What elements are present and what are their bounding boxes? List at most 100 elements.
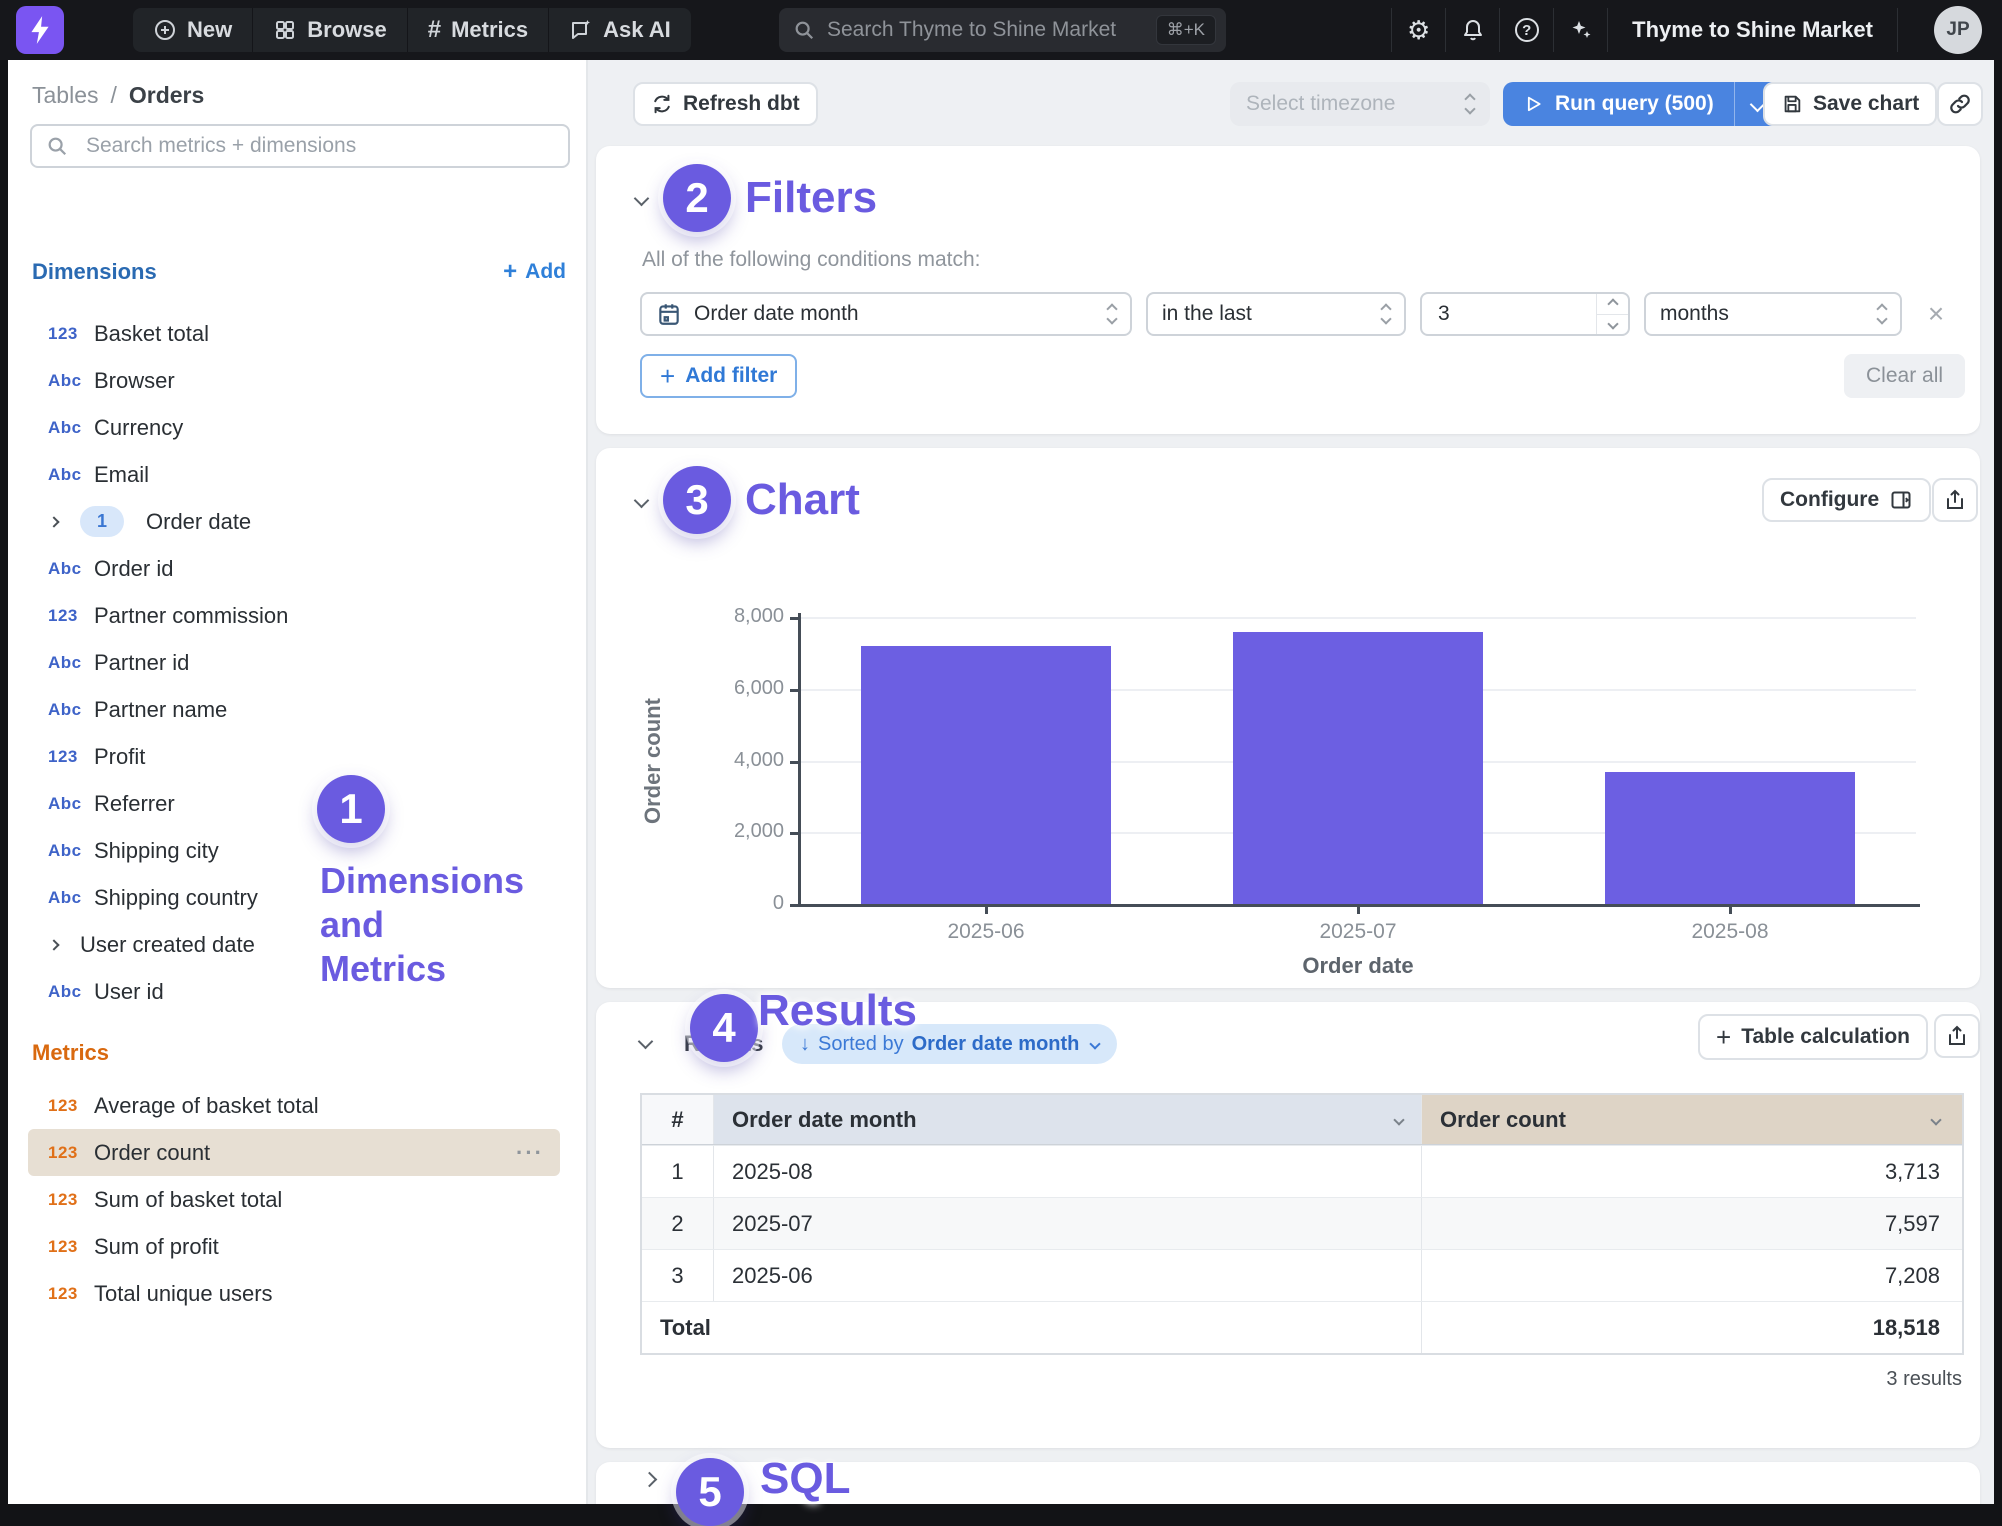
clear-all-filters-button[interactable]: Clear all [1844,354,1965,398]
sidebar-item-partner-name[interactable]: AbcPartner name [28,686,560,733]
y-tick-label: 0 [654,892,784,915]
table-header-row: #Order date monthOrder count [642,1095,1962,1145]
sidebar-item-total-unique-users[interactable]: 123Total unique users [28,1270,560,1317]
bar-2025-08[interactable] [1605,772,1855,905]
sidebar-item-basket-total[interactable]: 123Basket total [28,310,560,357]
sidebar-item-label: User created date [80,932,255,958]
sidebar-item-average-of-basket-total[interactable]: 123Average of basket total [28,1082,560,1129]
save-chart-label: Save chart [1813,92,1919,116]
sidebar-item-label: Order id [94,556,173,582]
chevron-down-icon[interactable] [1930,1114,1941,1125]
keyboard-shortcut-badge: ⌘+K [1156,15,1216,45]
sidebar-item-partner-id[interactable]: AbcPartner id [28,639,560,686]
annotation-step-badge: 3 [663,466,731,534]
column-header--[interactable]: # [642,1095,714,1144]
order-count-cell: 7,597 [1422,1198,1962,1249]
x-tick-label: 2025-06 [876,920,1096,944]
chat-sparkle-icon [569,18,593,42]
search-icon [793,19,815,41]
selector-icon [1466,94,1474,114]
column-header-order-count[interactable]: Order count [1422,1095,1962,1144]
filter-unit-select[interactable]: months [1644,292,1902,336]
sidebar-item-label: Order count [94,1140,210,1166]
number-stepper [1596,294,1628,334]
main-nav: New Browse # Metrics Ask AI [133,8,691,52]
help-button[interactable]: ? [1500,8,1554,52]
item-menu-button[interactable]: ··· [516,1140,560,1166]
nav-item-browse[interactable]: Browse [253,8,407,52]
bar-2025-06[interactable] [861,646,1111,905]
notifications-button[interactable] [1446,8,1500,52]
run-query-main[interactable]: Run query (500) [1503,82,1734,126]
nav-item-metrics[interactable]: # Metrics [408,8,549,52]
ai-sparkles-button[interactable] [1554,8,1608,52]
sidebar-item-profit[interactable]: 123Profit [28,733,560,780]
sidebar-item-email[interactable]: AbcEmail [28,451,560,498]
nav-item-ask-ai[interactable]: Ask AI [549,8,691,52]
run-query-label: Run query (500) [1555,92,1714,116]
sidebar-item-order-date[interactable]: 1Order date [28,498,560,545]
sidebar-item-label: Email [94,462,149,488]
sidebar-item-order-count[interactable]: 123Order count··· [28,1129,560,1176]
total-value-cell: 18,518 [1422,1302,1962,1353]
nav-item-label: New [187,17,232,43]
fields-search [30,124,570,168]
settings-button[interactable]: ⚙ [1392,8,1446,52]
stepper-down-button[interactable] [1597,315,1628,335]
sidebar-item-order-id[interactable]: AbcOrder id [28,545,560,592]
user-avatar[interactable]: JP [1934,6,1982,54]
expand-chevron-icon[interactable] [642,1472,658,1488]
nav-item-label: Browse [307,17,386,43]
sidebar-item-sum-of-profit[interactable]: 123Sum of profit [28,1223,560,1270]
chevron-right-icon[interactable] [48,516,59,527]
remove-filter-button[interactable]: × [1914,292,1958,336]
save-chart-button[interactable]: Save chart [1763,82,1937,126]
global-search[interactable]: ⌘+K [779,8,1226,52]
sidebar-item-sum-of-basket-total[interactable]: 123Sum of basket total [28,1176,560,1223]
y-tick-label: 2,000 [654,820,784,843]
share-link-button[interactable] [1937,82,1983,126]
chevron-right-icon[interactable] [48,939,59,950]
navbar-actions: ⚙ ? Thyme to Shine Market [1391,8,1898,52]
sidebar-item-partner-commission[interactable]: 123Partner commission [28,592,560,639]
timezone-select[interactable]: Select timezone [1230,82,1490,126]
sql-section: 5 SQL [596,1462,1980,1506]
filter-operator-select[interactable]: in the last [1146,292,1406,336]
table-calculation-button[interactable]: + Table calculation [1698,1014,1928,1060]
month-cell: 2025-06 [714,1250,1422,1301]
org-switcher[interactable]: Thyme to Shine Market [1608,8,1897,52]
sidebar-item-label: Profit [94,744,145,770]
collapse-chevron-icon[interactable] [634,492,650,508]
column-header-order-date-month[interactable]: Order date month [714,1095,1422,1144]
org-label: Thyme to Shine Market [1632,17,1873,43]
breadcrumb-parent[interactable]: Tables [32,82,98,109]
fields-search-input[interactable] [30,124,570,168]
add-filter-button[interactable]: + Add filter [640,354,797,398]
filter-field-select[interactable]: Order date month [640,292,1132,336]
hash-icon: # [428,16,441,44]
sidebar-item-currency[interactable]: AbcCurrency [28,404,560,451]
x-axis-label: Order date [800,953,1916,979]
annotation-step-badge: 1 [317,775,385,843]
collapse-chevron-icon[interactable] [638,1034,654,1050]
month-cell: 2025-08 [714,1146,1422,1197]
export-results-button[interactable] [1934,1014,1980,1058]
text-field-icon: Abc [48,371,94,391]
explore-main: Refresh dbt Select timezone Run query (5… [588,60,1994,1504]
refresh-dbt-button[interactable]: Refresh dbt [633,82,818,126]
sidebar-item-browser[interactable]: AbcBrowser [28,357,560,404]
dimensions-header: Dimensions + Add [32,258,566,286]
collapse-chevron-icon[interactable] [634,190,650,206]
app-logo[interactable] [16,6,64,54]
add-dimension-button[interactable]: + Add [503,258,566,286]
filter-value-input[interactable] [1422,302,1572,326]
plus-circle-icon [153,18,177,42]
filters-section-title: Filters [745,173,877,223]
chevron-down-icon[interactable] [1393,1114,1404,1125]
bar-2025-07[interactable] [1233,632,1483,905]
run-query-button[interactable]: Run query (500) [1503,82,1780,126]
nav-item-new[interactable]: New [133,8,253,52]
number-field-icon: 123 [48,606,94,626]
global-search-input[interactable] [827,18,1156,42]
stepper-up-button[interactable] [1597,294,1628,315]
